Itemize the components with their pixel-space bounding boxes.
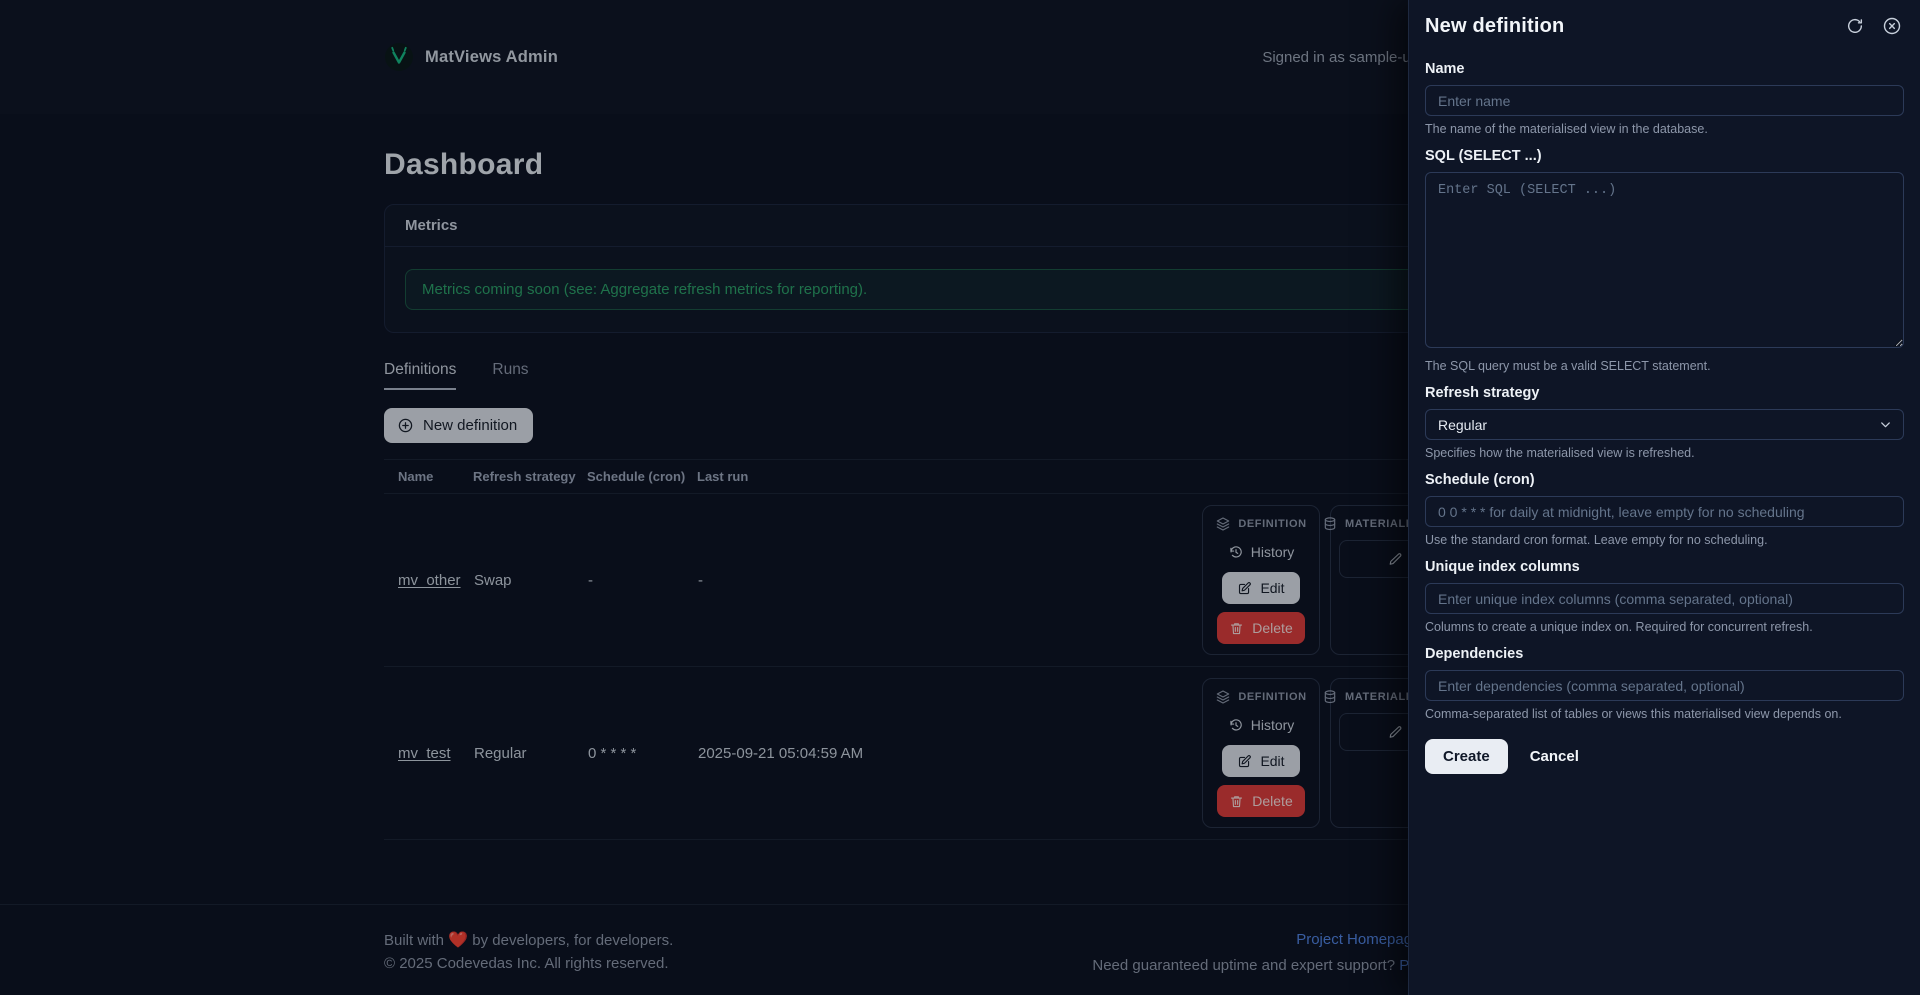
refresh-strategy-label: Refresh strategy <box>1425 385 1540 401</box>
cancel-button[interactable]: Cancel <box>1528 739 1581 774</box>
refresh-icon <box>1847 18 1863 33</box>
name-input[interactable] <box>1425 85 1904 116</box>
unique-index-label: Unique index columns <box>1425 559 1580 575</box>
new-definition-form: Name The name of the materialised view i… <box>1425 61 1904 774</box>
unique-index-help: Columns to create a unique index on. Req… <box>1425 620 1813 634</box>
dependencies-label: Dependencies <box>1425 646 1524 662</box>
refresh-strategy-value: Regular <box>1438 416 1488 433</box>
chevron-down-icon <box>1881 422 1890 428</box>
dependencies-help: Comma-separated list of tables or views … <box>1425 707 1842 721</box>
modal-dim-overlay[interactable] <box>0 0 1408 995</box>
schedule-field-help: Use the standard cron format. Leave empt… <box>1425 533 1768 547</box>
unique-index-input[interactable] <box>1425 583 1904 614</box>
sql-textarea[interactable] <box>1425 172 1904 348</box>
sql-field-help: The SQL query must be a valid SELECT sta… <box>1425 359 1711 373</box>
refresh-strategy-help: Specifies how the materialised view is r… <box>1425 446 1695 460</box>
close-button[interactable] <box>1880 14 1904 38</box>
refresh-button[interactable] <box>1843 14 1867 38</box>
sql-field-label: SQL (SELECT ...) <box>1425 148 1542 164</box>
dependencies-input[interactable] <box>1425 670 1904 701</box>
create-button[interactable]: Create <box>1425 739 1508 774</box>
schedule-input[interactable] <box>1425 496 1904 527</box>
name-field-help: The name of the materialised view in the… <box>1425 122 1708 136</box>
close-icon <box>1883 17 1901 35</box>
schedule-field-label: Schedule (cron) <box>1425 472 1535 488</box>
panel-title: New definition <box>1425 14 1565 37</box>
refresh-strategy-select[interactable]: Regular <box>1425 409 1904 440</box>
new-definition-panel: New definition Name The name of the mate… <box>1408 0 1920 995</box>
name-field-label: Name <box>1425 61 1465 77</box>
